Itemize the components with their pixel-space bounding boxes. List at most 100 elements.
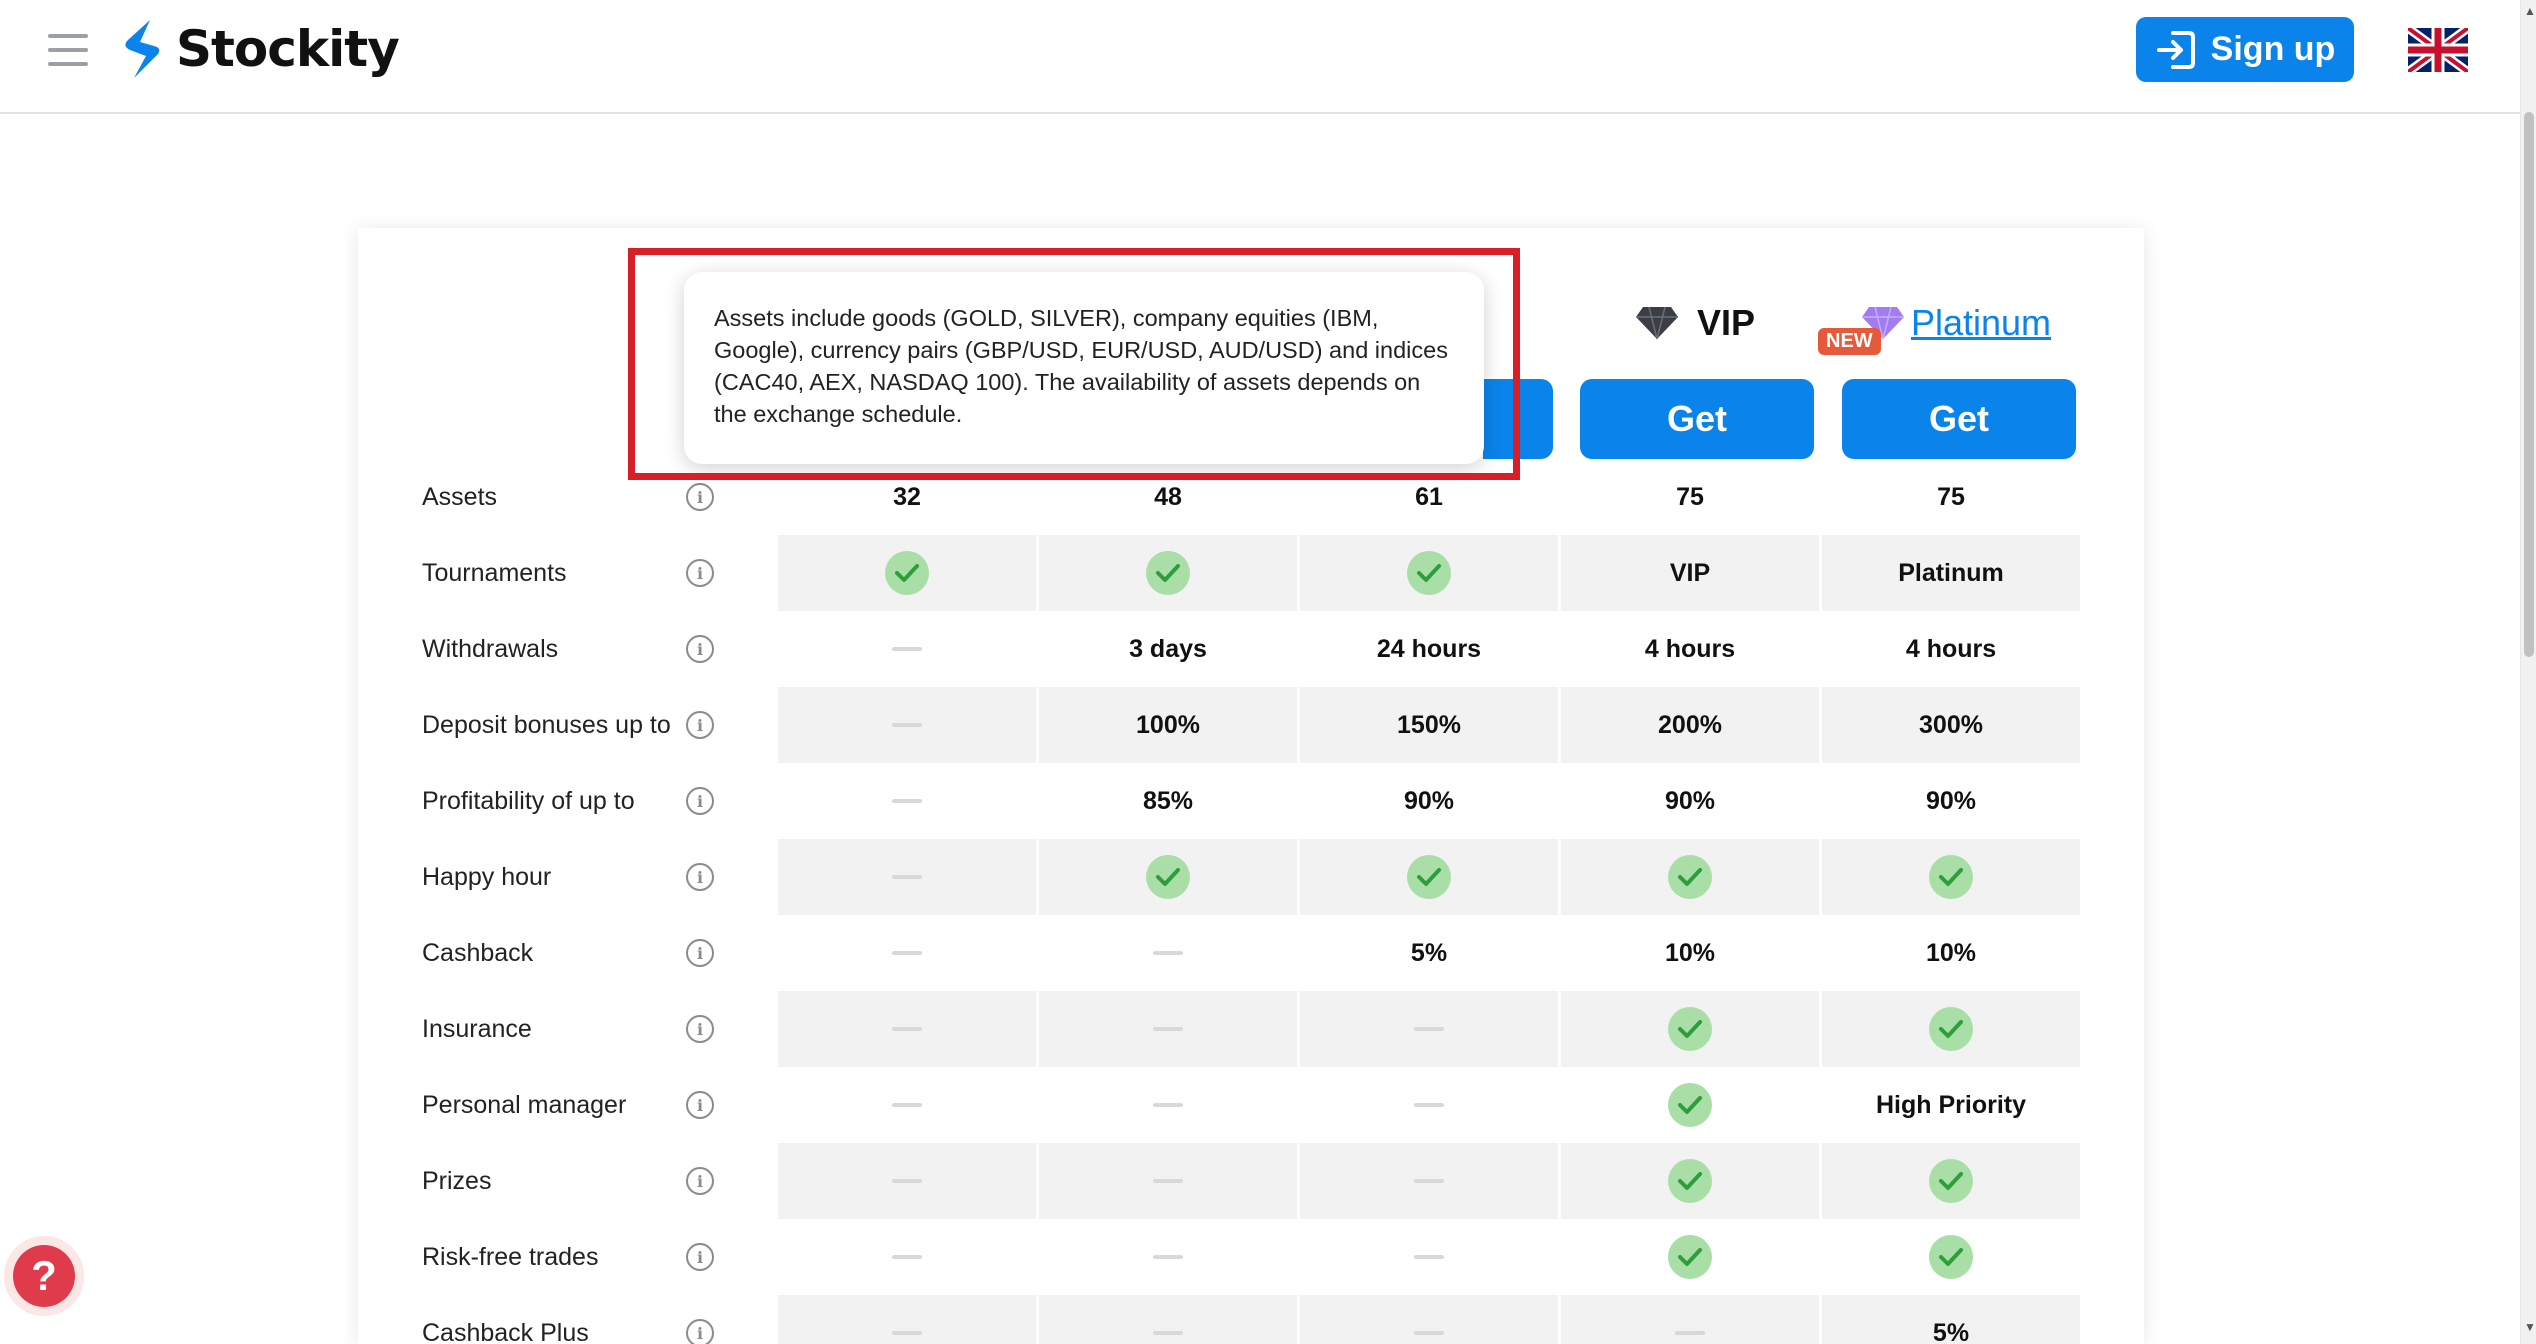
table-cell-included — [1300, 535, 1558, 611]
dash-icon — [1414, 1103, 1444, 1107]
info-icon[interactable]: i — [686, 1167, 714, 1195]
dash-icon — [1153, 1255, 1183, 1259]
brand-name: Stockity — [176, 20, 400, 78]
table-row: Prizes i — [358, 1143, 2144, 1219]
row-label: Deposit bonuses up to — [422, 710, 671, 739]
uk-flag-icon[interactable] — [2408, 28, 2468, 72]
check-mark — [1939, 868, 1963, 886]
check-mark — [1678, 868, 1702, 886]
dash-icon — [1414, 1255, 1444, 1259]
info-icon[interactable]: i — [686, 1015, 714, 1043]
scroll-up-icon[interactable]: ▲ — [2524, 4, 2536, 18]
get-button-vip[interactable]: Get — [1580, 379, 1814, 459]
check-mark — [1417, 564, 1441, 582]
table-cell: 4 hours — [1905, 634, 1997, 663]
table-row: Cashback i 5% 10% 10% — [358, 915, 2144, 991]
table-cell-none — [778, 763, 1036, 839]
help-question-icon: ? — [13, 1245, 75, 1307]
table-row: Profitability of up to i 85% 90% 90% 90% — [358, 763, 2144, 839]
signup-button[interactable]: Sign up — [2136, 17, 2354, 82]
table-cell-none — [1039, 991, 1297, 1067]
row-label: Cashback Plus — [422, 1318, 589, 1344]
table-cell: 5% — [1822, 1295, 2080, 1344]
table-cell: Platinum — [1822, 535, 2080, 611]
dash-icon — [1153, 1103, 1183, 1107]
dash-icon — [892, 1027, 922, 1031]
info-icon[interactable]: i — [686, 939, 714, 967]
table-cell-none — [778, 839, 1036, 915]
brand-logo[interactable]: Stockity — [120, 18, 400, 80]
info-icon[interactable]: i — [686, 787, 714, 815]
table-row: Deposit bonuses up to i 100% 150% 200% 300% — [358, 687, 2144, 763]
table-cell: 150% — [1300, 687, 1558, 763]
table-cell: 4 hours — [1644, 634, 1736, 663]
table-cell-none — [778, 915, 1036, 991]
info-icon[interactable]: i — [686, 483, 714, 511]
check-icon — [1668, 1007, 1712, 1051]
table-cell-included — [1561, 1143, 1819, 1219]
info-icon[interactable]: i — [686, 1319, 714, 1344]
scroll-down-icon[interactable]: ▼ — [2524, 1320, 2536, 1334]
table-cell: 75 — [1676, 482, 1704, 511]
table-cell-included — [1039, 839, 1297, 915]
info-icon[interactable]: i — [686, 863, 714, 891]
check-icon — [1929, 1159, 1973, 1203]
info-icon[interactable]: i — [686, 1091, 714, 1119]
table-cell-none — [778, 1295, 1036, 1344]
check-icon — [1146, 855, 1190, 899]
table-cell: 3 days — [1129, 634, 1207, 663]
row-label: Personal manager — [422, 1090, 627, 1119]
get-button-platinum[interactable]: Get — [1842, 379, 2076, 459]
table-cell-none — [1300, 1143, 1558, 1219]
table-cell-none — [778, 687, 1036, 763]
check-mark — [1156, 564, 1180, 582]
row-label: Profitability of up to — [422, 786, 635, 815]
check-icon — [1146, 551, 1190, 595]
check-icon — [1929, 855, 1973, 899]
table-cell-included — [1561, 1219, 1819, 1295]
info-icon[interactable]: i — [686, 711, 714, 739]
table-cell-none — [778, 1067, 1036, 1143]
plan-header-vip: VIP — [1578, 298, 1812, 348]
table-cell-none — [778, 991, 1036, 1067]
table-cell-included — [1561, 991, 1819, 1067]
table-cell: 5% — [1410, 938, 1448, 967]
row-label: Tournaments — [422, 558, 567, 587]
help-button[interactable]: ? — [4, 1236, 84, 1316]
table-cell-none — [778, 1219, 1036, 1295]
table-row: Personal manager i High Priority — [358, 1067, 2144, 1143]
row-label: Prizes — [422, 1166, 492, 1195]
dash-icon — [892, 951, 922, 955]
check-mark — [1156, 868, 1180, 886]
info-icon[interactable]: i — [686, 1243, 714, 1271]
signup-label: Sign up — [2210, 30, 2336, 68]
dash-icon — [1153, 1331, 1183, 1335]
page-scrollbar[interactable]: ▲ ▼ — [2520, 0, 2536, 1344]
check-icon — [1407, 855, 1451, 899]
table-cell-included — [1561, 839, 1819, 915]
table-row: Happy hour i — [358, 839, 2144, 915]
table-cell: 24 hours — [1376, 634, 1482, 663]
plan-name-platinum-link[interactable]: Platinum — [1911, 302, 2051, 344]
table-cell-included — [1822, 1143, 2080, 1219]
table-cell-included — [1822, 1219, 2080, 1295]
info-icon[interactable]: i — [686, 635, 714, 663]
row-label: Cashback — [422, 938, 534, 967]
table-cell-included — [778, 535, 1036, 611]
dash-icon — [1153, 1027, 1183, 1031]
scrollbar-thumb[interactable] — [2524, 112, 2534, 657]
table-cell: 90% — [1925, 786, 1977, 815]
check-mark — [1678, 1172, 1702, 1190]
table-cell-none — [1039, 1143, 1297, 1219]
check-mark — [1417, 868, 1441, 886]
table-cell: 75 — [1937, 482, 1965, 511]
plan-name-vip: VIP — [1696, 302, 1756, 343]
table-cell-none — [1039, 915, 1297, 991]
check-icon — [1668, 1235, 1712, 1279]
table-cell-included — [1561, 1067, 1819, 1143]
table-cell-none — [778, 1143, 1036, 1219]
menu-icon[interactable] — [48, 34, 88, 66]
dash-icon — [1675, 1331, 1705, 1335]
dash-icon — [1414, 1027, 1444, 1031]
info-icon[interactable]: i — [686, 559, 714, 587]
